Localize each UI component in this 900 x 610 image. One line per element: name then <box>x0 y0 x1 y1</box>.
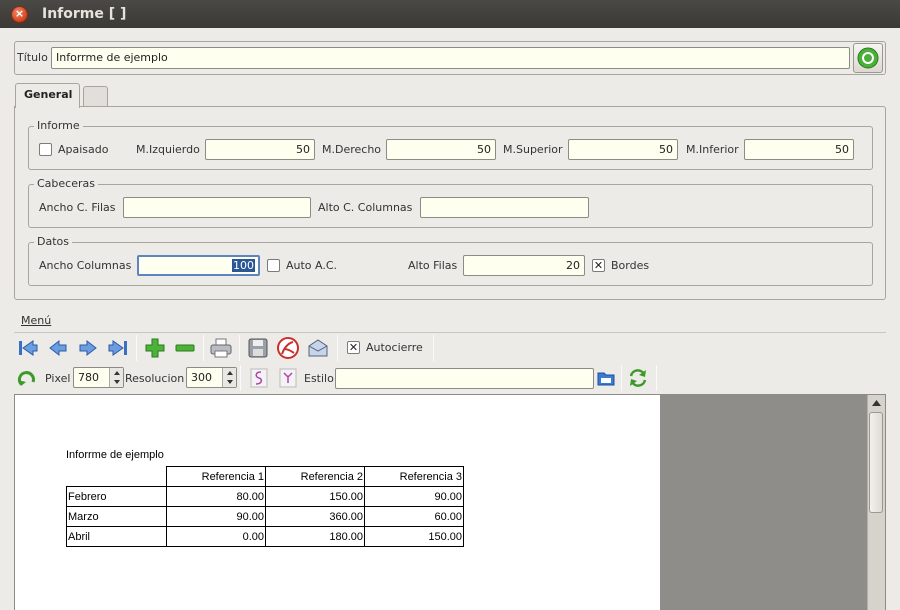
toolbar-separator <box>136 335 137 361</box>
first-record-icon[interactable] <box>17 337 39 359</box>
alto-columnas-label: Alto C. Columnas <box>318 201 413 214</box>
toolbar-separator <box>433 335 434 361</box>
ancho-columnas-label: Ancho Columnas <box>39 259 132 272</box>
toolbar-separator <box>239 335 240 361</box>
email-icon[interactable] <box>307 337 329 359</box>
go-icon <box>857 47 879 69</box>
next-record-icon[interactable] <box>77 337 99 359</box>
estilo-input[interactable] <box>335 368 594 389</box>
ancho-filas-input[interactable] <box>123 197 311 218</box>
autocierre-checkbox[interactable]: ✕ <box>347 341 360 354</box>
m-derecho-label: M.Derecho <box>322 143 382 156</box>
report-header-cell: Referencia 2 <box>265 466 365 487</box>
report-header-cell: Referencia 1 <box>166 466 266 487</box>
reload-icon[interactable] <box>16 367 38 389</box>
m-derecho-input[interactable]: 50 <box>386 139 496 160</box>
m-superior-label: M.Superior <box>503 143 563 156</box>
report-row: Febrero 80.00 150.00 90.00 <box>66 486 464 507</box>
report-cell: 90.00 <box>364 486 464 507</box>
open-folder-icon[interactable] <box>595 367 617 389</box>
pixel-value: 780 <box>78 371 99 384</box>
alto-filas-label: Alto Filas <box>408 259 458 272</box>
auto-ac-label: Auto A.C. <box>286 259 338 272</box>
report-title: Inforrme de ejemplo <box>66 449 164 461</box>
menu-label[interactable]: Menú <box>21 314 51 327</box>
ancho-columnas-selected-value: 100 <box>232 259 255 272</box>
report-cell: 150.00 <box>364 526 464 547</box>
resolucion-value: 300 <box>191 371 212 384</box>
report-table: Referencia 1 Referencia 2 Referencia 3 F… <box>66 466 464 547</box>
resolucion-spinner[interactable]: 300 <box>186 367 237 388</box>
report-cell: 360.00 <box>265 506 365 527</box>
auto-ac-checkbox[interactable] <box>267 259 280 272</box>
tab-unnamed[interactable] <box>83 86 108 106</box>
resolucion-spinner-arrows[interactable] <box>222 368 236 387</box>
window-title: Informe [ ] <box>42 6 127 22</box>
pixel-label: Pixel <box>45 372 71 385</box>
scroll-thumb[interactable] <box>869 412 883 513</box>
m-inferior-label: M.Inferior <box>686 143 739 156</box>
report-cell: Abril <box>66 526 167 547</box>
report-cell: 60.00 <box>364 506 464 527</box>
estilo-label: Estilo <box>304 372 334 385</box>
menu-divider <box>14 332 886 333</box>
toolbar-separator <box>621 365 622 391</box>
titulo-label: Título <box>17 51 48 64</box>
report-cell: 0.00 <box>166 526 266 547</box>
style-tree-icon[interactable] <box>277 367 299 389</box>
m-inferior-input[interactable]: 50 <box>744 139 854 160</box>
report-cell: 180.00 <box>265 526 365 547</box>
report-cell: 90.00 <box>166 506 266 527</box>
report-row: Marzo 90.00 360.00 60.00 <box>66 506 464 527</box>
alto-filas-input[interactable]: 20 <box>463 255 585 276</box>
resolucion-label: Resolucion <box>125 372 185 385</box>
bordes-checkbox[interactable]: ✕ <box>592 259 605 272</box>
report-row: Abril 0.00 180.00 150.00 <box>66 526 464 547</box>
report-cell: Febrero <box>66 486 167 507</box>
informe-legend: Informe <box>34 119 83 132</box>
bordes-label: Bordes <box>611 259 650 272</box>
m-superior-input[interactable]: 50 <box>568 139 678 160</box>
datos-legend: Datos <box>34 235 72 248</box>
previous-record-icon[interactable] <box>47 337 69 359</box>
print-icon[interactable] <box>210 337 232 359</box>
scroll-up-arrow-icon[interactable] <box>868 395 884 411</box>
style-script-icon[interactable] <box>248 367 270 389</box>
cabeceras-legend: Cabeceras <box>34 177 98 190</box>
m-izquierdo-input[interactable]: 50 <box>205 139 315 160</box>
toolbar-separator <box>240 365 241 391</box>
m-izquierdo-label: M.Izquierdo <box>136 143 200 156</box>
refresh-preview-icon[interactable] <box>627 367 649 389</box>
ancho-filas-label: Ancho C. Filas <box>39 201 116 214</box>
report-cell: Marzo <box>66 506 167 527</box>
toolbar-separator <box>656 365 657 391</box>
refresh-title-button[interactable] <box>853 43 883 73</box>
report-cell: 80.00 <box>166 486 266 507</box>
last-record-icon[interactable] <box>107 337 129 359</box>
pixel-spinner[interactable]: 780 <box>73 367 124 388</box>
add-icon[interactable] <box>144 337 166 359</box>
report-header-row: Referencia 1 Referencia 2 Referencia 3 <box>66 466 464 487</box>
ancho-columnas-input[interactable]: 100 <box>137 255 260 276</box>
tab-general[interactable]: General <box>15 83 80 108</box>
toolbar-separator <box>337 335 338 361</box>
save-icon[interactable] <box>247 337 269 359</box>
apaisado-checkbox[interactable] <box>39 143 52 156</box>
toolbar-separator <box>203 335 204 361</box>
remove-icon[interactable] <box>174 337 196 359</box>
report-header-cell <box>66 466 167 487</box>
pdf-icon[interactable] <box>277 337 299 359</box>
titulo-input[interactable]: Inforrme de ejemplo <box>51 47 850 69</box>
pixel-spinner-arrows[interactable] <box>109 368 123 387</box>
close-icon[interactable]: × <box>11 6 28 23</box>
window-titlebar: × Informe [ ] <box>0 0 900 28</box>
alto-columnas-input[interactable] <box>420 197 589 218</box>
apaisado-label: Apaisado <box>58 143 109 156</box>
autocierre-label: Autocierre <box>366 341 423 354</box>
report-cell: 150.00 <box>265 486 365 507</box>
report-header-cell: Referencia 3 <box>364 466 464 487</box>
